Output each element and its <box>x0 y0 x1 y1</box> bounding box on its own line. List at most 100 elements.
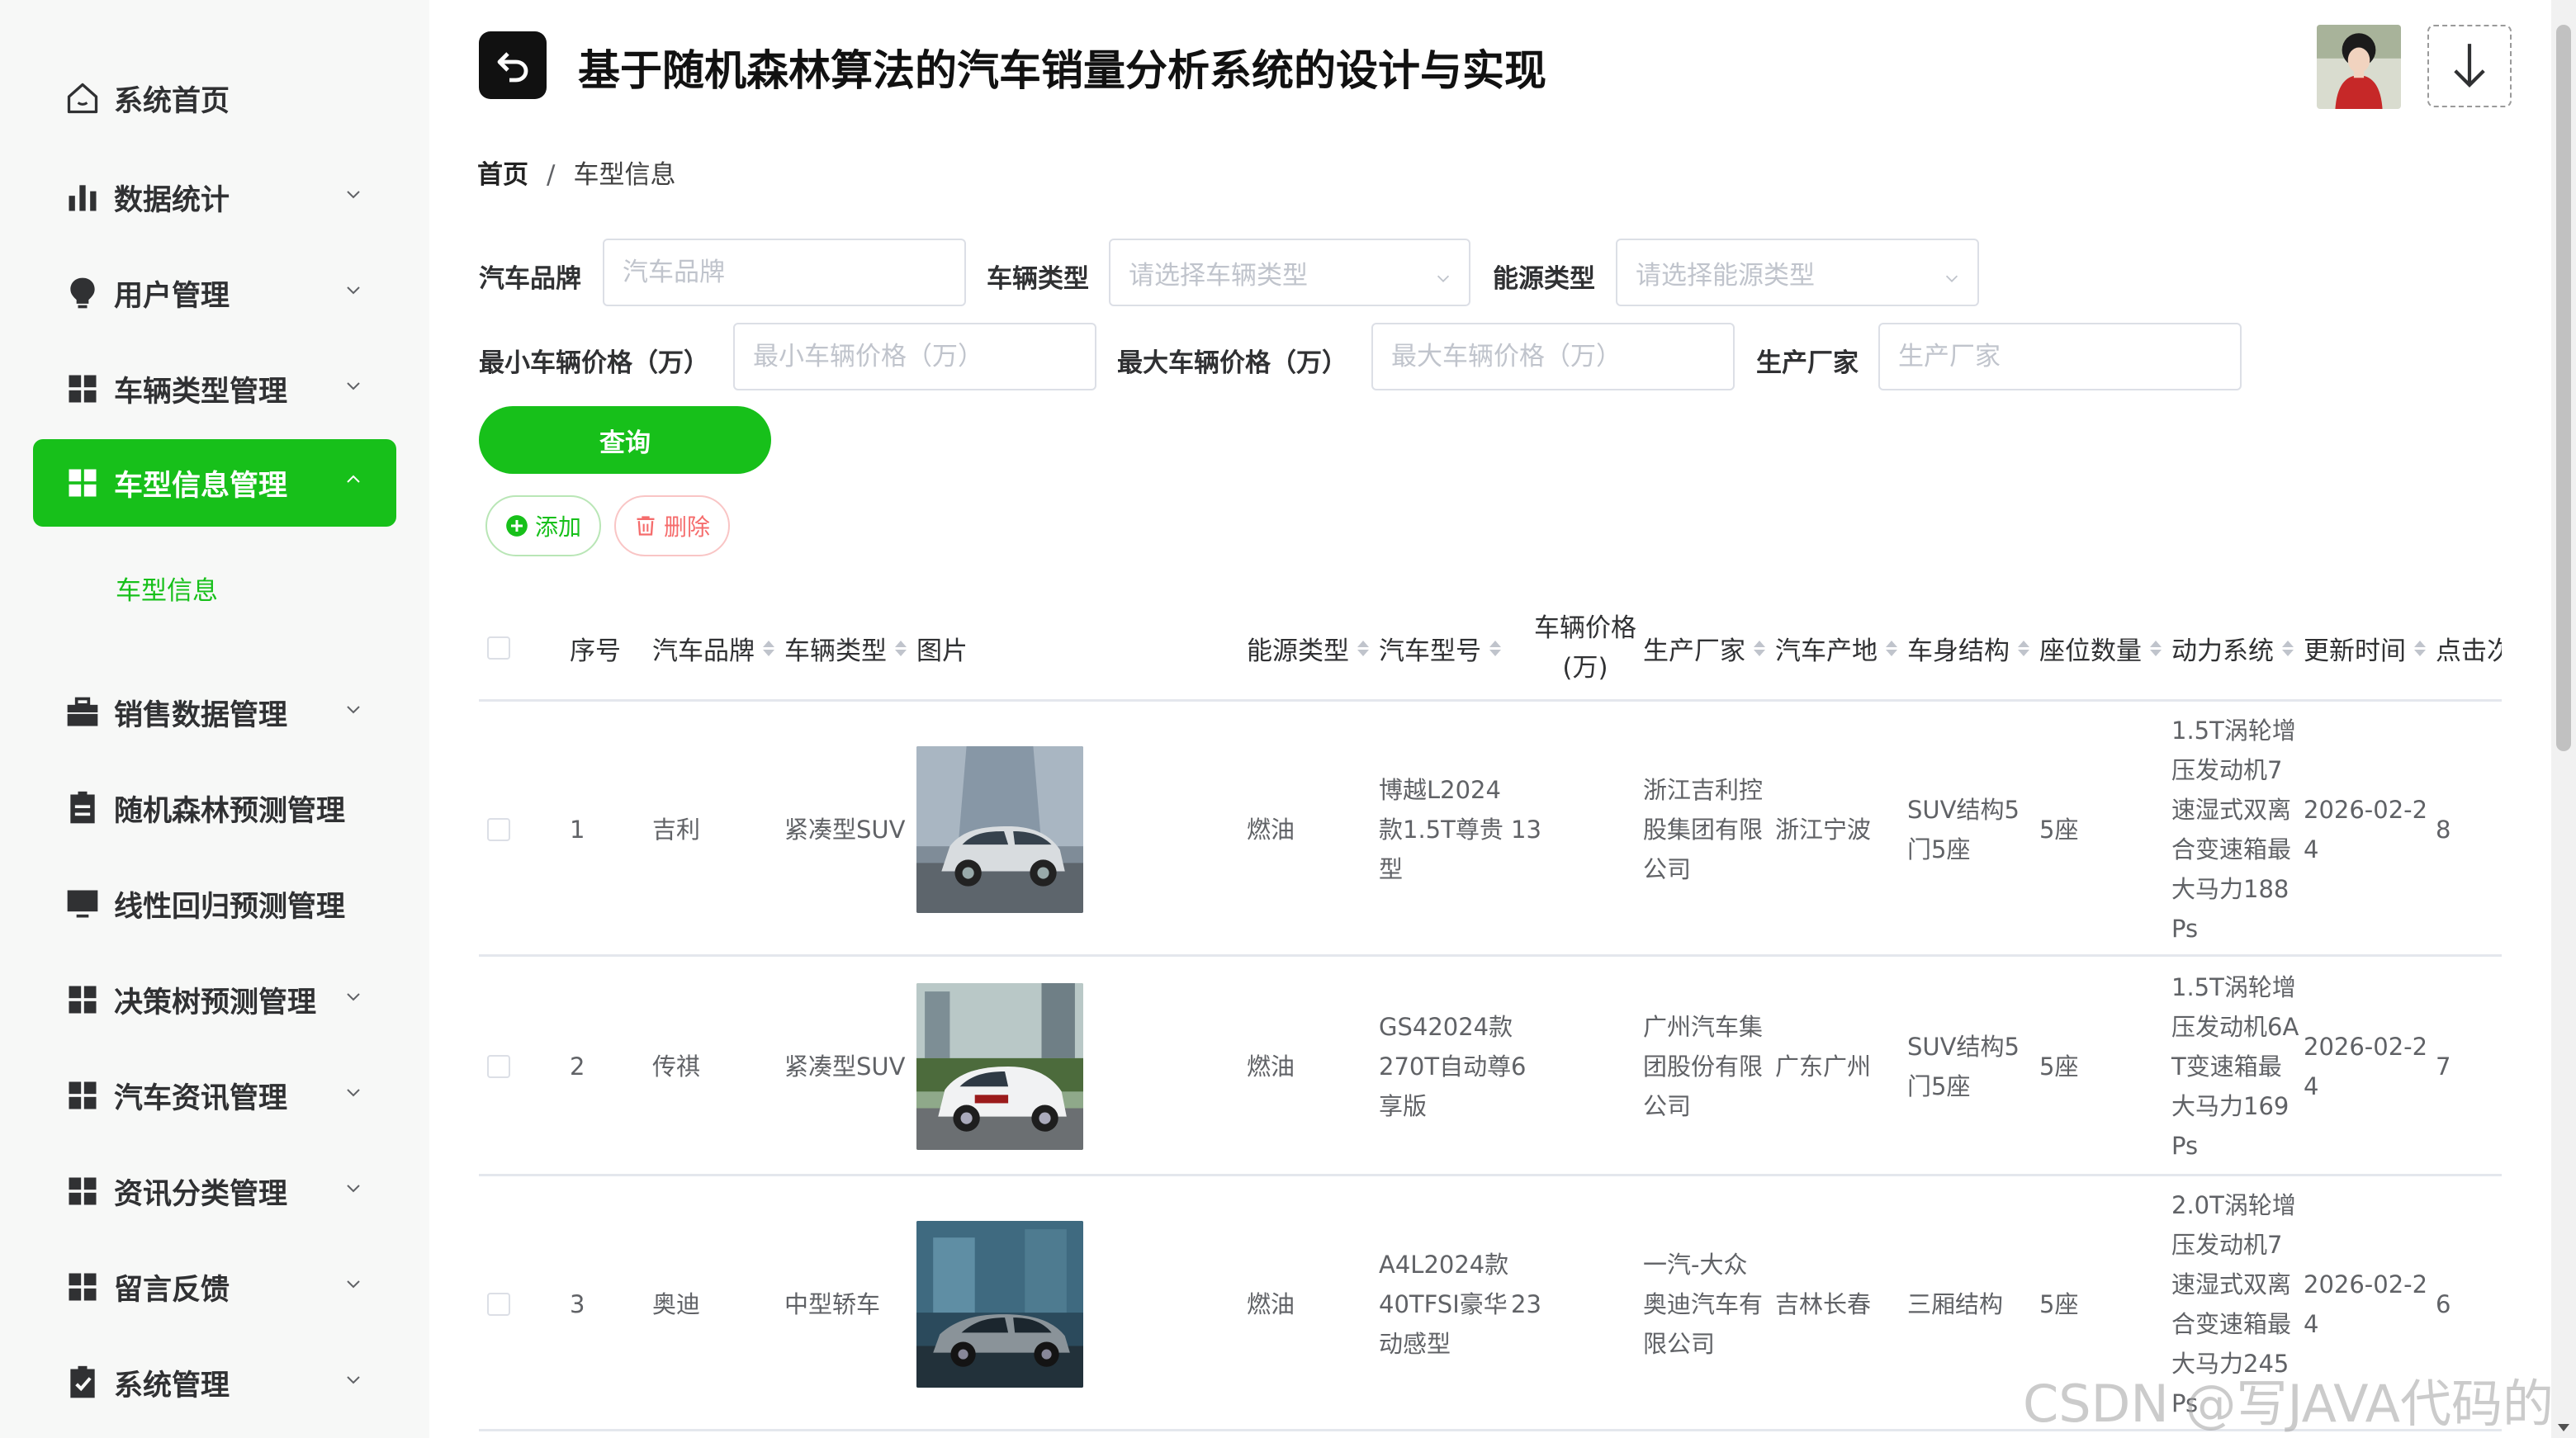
sidebar-item-feedback[interactable]: 留言反馈 <box>33 1243 396 1331</box>
cell-model: A4L2024款 40TFSI豪华 动感型 <box>1379 1179 1519 1429</box>
energy-type-select[interactable]: 请选择能源类型 <box>1616 239 1979 306</box>
sort-icon[interactable] <box>2282 640 2294 656</box>
car-thumbnail[interactable] <box>916 1220 1083 1388</box>
cell-line: 公司 <box>1643 1092 1692 1120</box>
sort-icon[interactable] <box>1357 640 1369 656</box>
sidebar-item-car-news-management[interactable]: 汽车资讯管理 <box>33 1052 396 1139</box>
grid-icon <box>63 1171 102 1211</box>
sidebar-item-data-stats[interactable]: 数据统计 <box>33 154 396 241</box>
table-row[interactable]: 2 传祺 紧凑型SUV 燃油 GS42024款 270T自动尊 享版 6 广州汽… <box>479 959 2502 1176</box>
delete-button[interactable]: 删除 <box>614 495 730 556</box>
col-seats[interactable]: 座位数量 <box>2039 594 2162 702</box>
table-row[interactable]: 1 吉利 紧凑型SUV 燃油 博越L2024 款1.5T尊贵型 13 浙江吉利控… <box>479 704 2502 957</box>
cell-energy: 燃油 <box>1247 815 1295 844</box>
col-clicks[interactable]: 点击次 <box>2436 594 2502 702</box>
sidebar-item-news-category-management[interactable]: 资讯分类管理 <box>33 1147 396 1235</box>
row-checkbox[interactable] <box>487 1055 510 1078</box>
col-type[interactable]: 车辆类型 <box>784 594 907 702</box>
sidebar-item-system-management[interactable]: 系统管理 <box>33 1339 396 1426</box>
scrollbar-thumb[interactable] <box>2556 25 2571 751</box>
vertical-scrollbar[interactable] <box>2551 0 2576 1438</box>
cell-line: 2026-02-2 <box>2304 1270 2428 1298</box>
cell-line: 4 <box>2304 1072 2319 1100</box>
chevron-down-icon <box>343 1369 363 1389</box>
select-all-checkbox-cell <box>487 594 510 702</box>
col-price-label: 车辆价格 <box>1534 613 1636 643</box>
max-price-input[interactable] <box>1371 323 1735 390</box>
col-type-label: 车辆类型 <box>784 636 887 666</box>
scroll-down-arrow-icon[interactable] <box>2558 1424 2569 1431</box>
cell-price: 6 <box>1511 1052 1527 1081</box>
vehicle-type-select[interactable]: 请选择车辆类型 <box>1109 239 1470 306</box>
sort-icon[interactable] <box>1489 640 1501 656</box>
row-checkbox[interactable] <box>487 1292 510 1316</box>
trumpchi-suv-photo <box>916 983 1083 1150</box>
cell-image <box>916 704 1083 954</box>
brand-filter-input[interactable] <box>603 239 966 306</box>
car-thumbnail[interactable] <box>916 983 1083 1150</box>
sidebar-subitem-model-info[interactable]: 车型信息 <box>116 570 218 607</box>
sidebar-item-model-info-management[interactable]: 车型信息管理 <box>33 439 396 527</box>
cell-energy: 燃油 <box>1247 1289 1295 1318</box>
select-all-checkbox[interactable] <box>487 636 510 660</box>
col-price[interactable]: 车辆价格 (万) <box>1527 594 1643 702</box>
row-checkbox-cell <box>487 1179 510 1429</box>
col-origin[interactable]: 汽车产地 <box>1775 594 1897 702</box>
query-button[interactable]: 查询 <box>479 406 771 474</box>
col-brand[interactable]: 汽车品牌 <box>652 594 774 702</box>
manufacturer-input[interactable] <box>1878 323 2242 390</box>
col-updated[interactable]: 更新时间 <box>2304 594 2426 702</box>
add-button[interactable]: 添加 <box>485 495 601 556</box>
car-thumbnail[interactable] <box>916 745 1083 913</box>
col-image: 图片 <box>916 594 968 702</box>
sidebar-item-vehicle-type-management[interactable]: 车辆类型管理 <box>33 345 396 433</box>
cell-image <box>916 959 1083 1174</box>
breadcrumb-home[interactable]: 首页 <box>477 160 528 190</box>
breadcrumb-separator: / <box>547 160 556 190</box>
breadcrumb: 首页 / 车型信息 <box>477 154 675 191</box>
cell-body: 三厢结构 <box>1907 1179 2039 1429</box>
sort-icon[interactable] <box>2414 640 2426 656</box>
cell-model: GS42024款 270T自动尊 享版 <box>1379 959 1519 1174</box>
col-body[interactable]: 车身结构 <box>1907 594 2029 702</box>
sidebar: 系统首页 数据统计 用户管理 车辆类型管理 车型信息管理 车型信息 销售数据管理… <box>0 0 429 1438</box>
cell-origin: 广东广州 <box>1775 1052 1872 1081</box>
sort-icon[interactable] <box>1886 640 1897 656</box>
sort-icon[interactable] <box>1754 640 1765 656</box>
cell-line: 合变速箱最 <box>2171 835 2292 863</box>
col-model[interactable]: 汽车型号 <box>1379 594 1501 702</box>
chevron-down-icon <box>343 1178 363 1198</box>
col-energy[interactable]: 能源类型 <box>1247 594 1369 702</box>
min-price-input[interactable] <box>733 323 1096 390</box>
col-origin-label: 汽车产地 <box>1775 636 1878 666</box>
sidebar-item-user-management[interactable]: 用户管理 <box>33 249 396 337</box>
back-button[interactable] <box>479 31 547 99</box>
clipboard-check-icon <box>63 1363 102 1403</box>
sort-icon[interactable] <box>763 640 774 656</box>
cell-line: 动感型 <box>1379 1329 1451 1358</box>
col-power[interactable]: 动力系统 <box>2171 594 2294 702</box>
sort-icon[interactable] <box>2150 640 2162 656</box>
download-button[interactable] <box>2427 25 2512 107</box>
sort-icon[interactable] <box>2018 640 2029 656</box>
row-checkbox[interactable] <box>487 817 510 841</box>
sidebar-item-home[interactable]: 系统首页 <box>33 54 396 142</box>
cell-seats: 5座 <box>2039 1052 2079 1081</box>
col-energy-label: 能源类型 <box>1247 636 1349 666</box>
energy-type-select-placeholder: 请选择能源类型 <box>1636 260 1815 291</box>
sidebar-item-random-forest-management[interactable]: 随机森林预测管理 <box>33 764 396 852</box>
energy-type-filter-label: 能源类型 <box>1493 264 1595 294</box>
col-manufacturer[interactable]: 生产厂家 <box>1643 594 1765 702</box>
sidebar-item-linear-regression-management[interactable]: 线性回归预测管理 <box>33 860 396 948</box>
cell-line: Ps <box>2171 914 2199 943</box>
cell-energy: 燃油 <box>1247 1052 1295 1081</box>
cell-manufacturer: 浙江吉利控 股集团有限 公司 <box>1643 704 1775 954</box>
sort-icon[interactable] <box>895 640 907 656</box>
chevron-down-icon <box>343 1274 363 1294</box>
cell-image <box>916 1179 1083 1429</box>
cell-line: 门5座 <box>1907 1072 1971 1100</box>
sidebar-item-sales-data-management[interactable]: 销售数据管理 <box>33 669 396 756</box>
cell-line: 奥迪汽车有 <box>1643 1289 1764 1318</box>
sidebar-item-decision-tree-management[interactable]: 决策树预测管理 <box>33 956 396 1043</box>
avatar[interactable] <box>2317 25 2401 109</box>
